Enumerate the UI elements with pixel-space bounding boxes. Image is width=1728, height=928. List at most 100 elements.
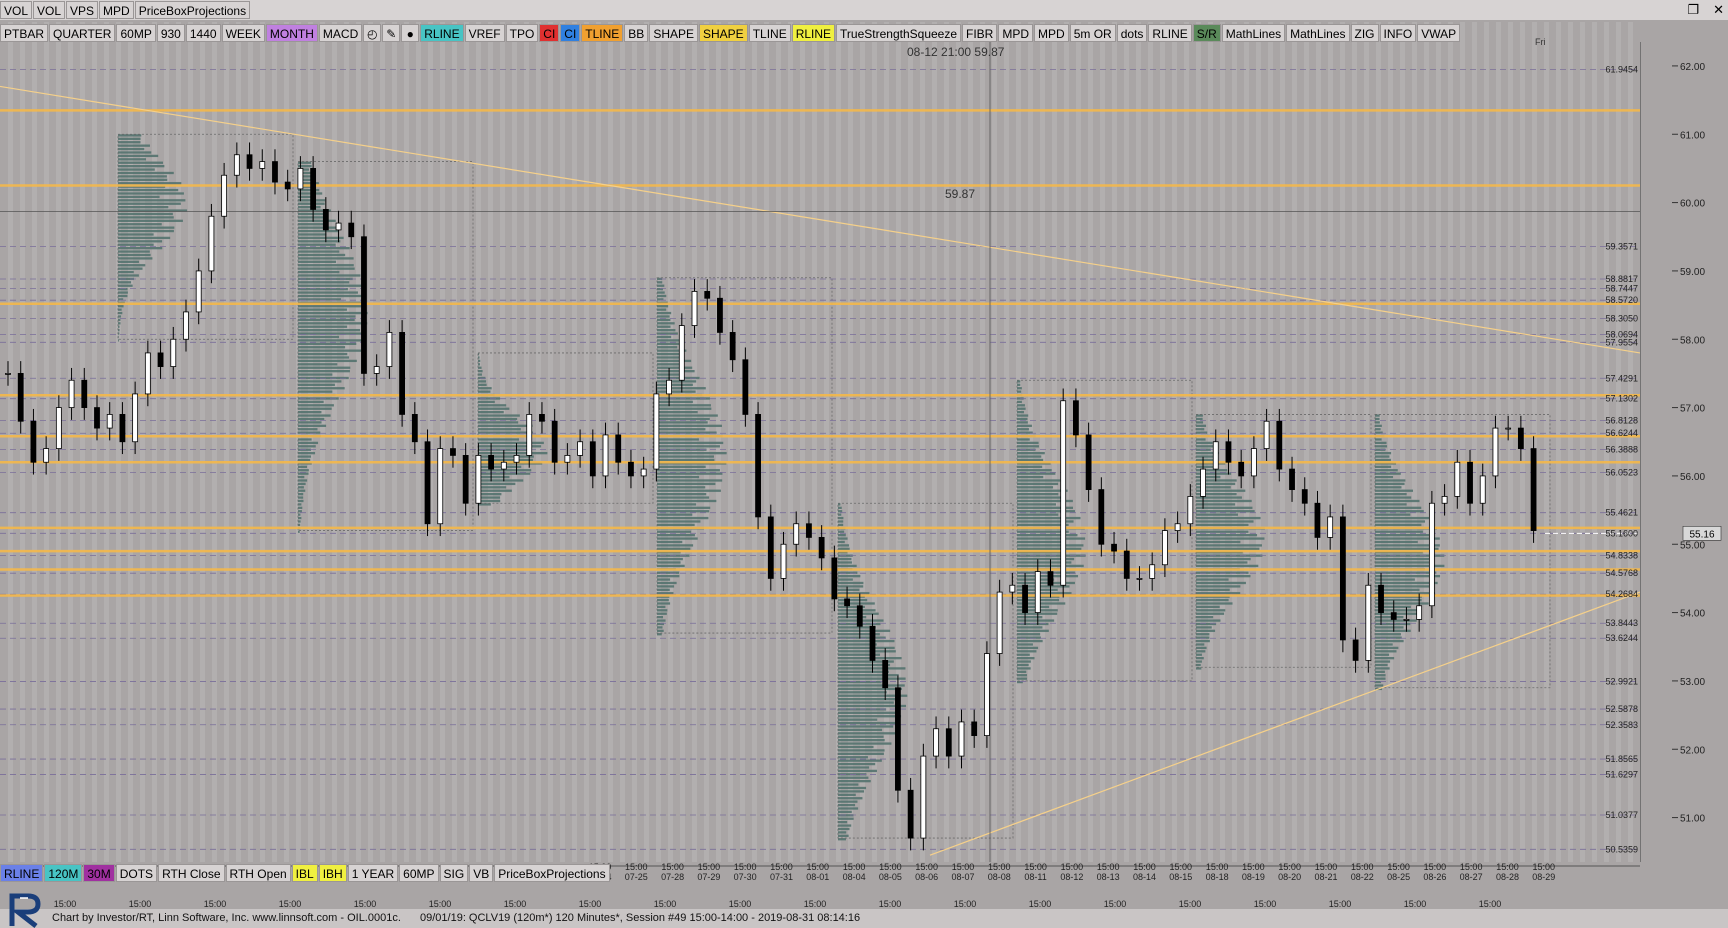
- level-label: 51.0377: [1605, 810, 1638, 820]
- toolbar-btn-week[interactable]: WEEK: [221, 24, 265, 42]
- toolbar-btn-tline[interactable]: TLINE: [748, 24, 791, 42]
- toolbar-btn-1-year[interactable]: 1 YEAR: [347, 864, 399, 882]
- toolbar-btn-ci[interactable]: CI: [539, 24, 560, 42]
- toolbar-btn-rth-close[interactable]: RTH Close: [158, 864, 225, 882]
- toolbar-btn-rth-open[interactable]: RTH Open: [225, 864, 291, 882]
- toolbar-btn-quarter[interactable]: QUARTER: [49, 24, 116, 42]
- profile-bar: [298, 417, 325, 421]
- profile-bar: [657, 465, 706, 468]
- level-label: 54.8338: [1605, 551, 1638, 561]
- toolbar-btn-rline[interactable]: RLINE: [0, 864, 44, 882]
- candle-body: [526, 414, 533, 456]
- candle-body: [221, 174, 228, 217]
- stripe: [104, 22, 109, 862]
- pen-icon[interactable]: ✎: [382, 24, 401, 42]
- profile-bar: [657, 513, 693, 516]
- date-label: 08-13: [1097, 872, 1120, 882]
- top-btn-vps[interactable]: VPS: [66, 1, 99, 19]
- stripe: [260, 22, 265, 862]
- toolbar-btn-mathlines[interactable]: MathLines: [1221, 24, 1286, 42]
- toolbar-btn-mpd[interactable]: MPD: [998, 24, 1034, 42]
- toolbar-btn-vb[interactable]: VB: [469, 864, 494, 882]
- candle-body: [1467, 461, 1473, 504]
- toolbar-btn-sig[interactable]: SIG: [439, 864, 469, 882]
- date-label: 08-06: [915, 872, 938, 882]
- toolbar-btn-5m-or[interactable]: 5m OR: [1069, 24, 1116, 42]
- profile-bar: [118, 192, 184, 195]
- top-btn-vol[interactable]: VOL: [33, 1, 66, 19]
- profile-bar: [1017, 663, 1029, 667]
- stripe: [992, 22, 997, 862]
- top-btn-vol[interactable]: VOL: [0, 1, 33, 19]
- close-icon[interactable]: ✕: [1713, 2, 1724, 18]
- profile-bar: [1196, 581, 1246, 585]
- toolbar-btn-mathlines[interactable]: MathLines: [1286, 24, 1350, 42]
- toolbar-btn-macd[interactable]: MACD: [318, 24, 363, 42]
- toolbar-btn-truestrengthsqueeze[interactable]: TrueStrengthSqueeze: [836, 24, 962, 42]
- toolbar-btn-vwap[interactable]: VWAP: [1417, 24, 1461, 42]
- stripe: [1256, 22, 1261, 862]
- toolbar-btn-info[interactable]: INFO: [1379, 24, 1417, 42]
- drop-icon[interactable]: ●: [401, 24, 420, 42]
- profile-bar: [118, 291, 128, 294]
- profile-bar: [118, 188, 179, 192]
- toolbar-btn-vref[interactable]: VREF: [464, 24, 505, 42]
- toolbar-btn-60mp[interactable]: 60MP: [399, 864, 439, 882]
- toolbar-btn-s-r[interactable]: S/R: [1192, 24, 1221, 42]
- profile-bar: [298, 387, 345, 390]
- toolbar-btn-shape[interactable]: SHAPE: [649, 24, 698, 42]
- toolbar-btn-rline[interactable]: RLINE: [1148, 24, 1192, 42]
- toolbar-btn-30m[interactable]: 30M: [83, 864, 115, 882]
- toolbar-btn-rline[interactable]: RLINE: [420, 24, 464, 42]
- profile-bar: [1375, 674, 1386, 677]
- toolbar-btn-60mp[interactable]: 60MP: [116, 24, 156, 42]
- stripe: [356, 22, 361, 862]
- toolbar-btn-930[interactable]: 930: [156, 24, 185, 42]
- profile-bar: [118, 257, 153, 260]
- toolbar-btn-1440[interactable]: 1440: [185, 24, 221, 42]
- stripe: [764, 22, 769, 862]
- toolbar-btn-zig[interactable]: ZIG: [1350, 24, 1379, 42]
- profile-bar: [298, 240, 341, 243]
- footer-credit: Chart by Investor/RT, Linn Software, Inc…: [52, 912, 401, 924]
- toolbar-btn-ci[interactable]: CI: [560, 24, 581, 42]
- profile-bar: [1017, 616, 1043, 619]
- profile-bar: [1375, 670, 1385, 673]
- level-label: 59.3571: [1605, 242, 1638, 252]
- toolbar-btn-ibl[interactable]: IBL: [291, 864, 318, 882]
- toolbar-btn-bb[interactable]: BB: [624, 24, 649, 42]
- stripe: [812, 22, 817, 862]
- toolbar-btn-fibr[interactable]: FIBR: [962, 24, 998, 42]
- toolbar-btn-shape[interactable]: SHAPE: [699, 24, 748, 42]
- toolbar-btn-ptbar[interactable]: PTBAR: [0, 24, 49, 42]
- toolbar-btn-priceboxprojections[interactable]: PriceBoxProjections: [494, 864, 610, 882]
- candle-body: [157, 352, 164, 367]
- profile-bar: [1017, 441, 1039, 445]
- profile-bar: [657, 588, 670, 591]
- top-btn-mpd[interactable]: MPD: [99, 1, 134, 19]
- candle-body: [1479, 475, 1486, 504]
- toolbar-btn-120m[interactable]: 120M: [44, 864, 83, 882]
- top-btn-priceboxprojections[interactable]: PriceBoxProjections: [134, 1, 251, 19]
- price-chart[interactable]: 62.00 61.00 60.00 59.00 58.00 57.00 56.00 55.00…: [0, 0, 1728, 928]
- toolbar-btn-dots[interactable]: DOTS: [115, 864, 158, 882]
- candle-body: [551, 420, 558, 463]
- date-label: 08-25: [1387, 872, 1410, 882]
- toolbar-btn-ibh[interactable]: IBH: [318, 864, 347, 882]
- candle-body: [1492, 427, 1499, 477]
- toolbar-btn-rline[interactable]: RLINE: [791, 24, 836, 42]
- clock-icon[interactable]: ◴: [363, 24, 382, 42]
- profile-bar: [1017, 489, 1068, 492]
- toolbar-btn-dots[interactable]: dots: [1116, 24, 1148, 42]
- toolbar-btn-tline[interactable]: TLINE: [581, 24, 624, 42]
- date-time-label: 15:00: [1387, 862, 1410, 872]
- profile-bar: [298, 212, 326, 216]
- toolbar-btn-tpo[interactable]: TPO: [505, 24, 539, 42]
- profile-bar: [478, 441, 544, 445]
- stripe: [200, 22, 205, 862]
- toolbar-btn-month[interactable]: MONTH: [265, 24, 318, 42]
- restore-icon[interactable]: ❐: [1687, 2, 1699, 18]
- profile-bar: [1196, 657, 1204, 660]
- profile-bar: [478, 438, 519, 441]
- toolbar-btn-mpd[interactable]: MPD: [1034, 24, 1069, 42]
